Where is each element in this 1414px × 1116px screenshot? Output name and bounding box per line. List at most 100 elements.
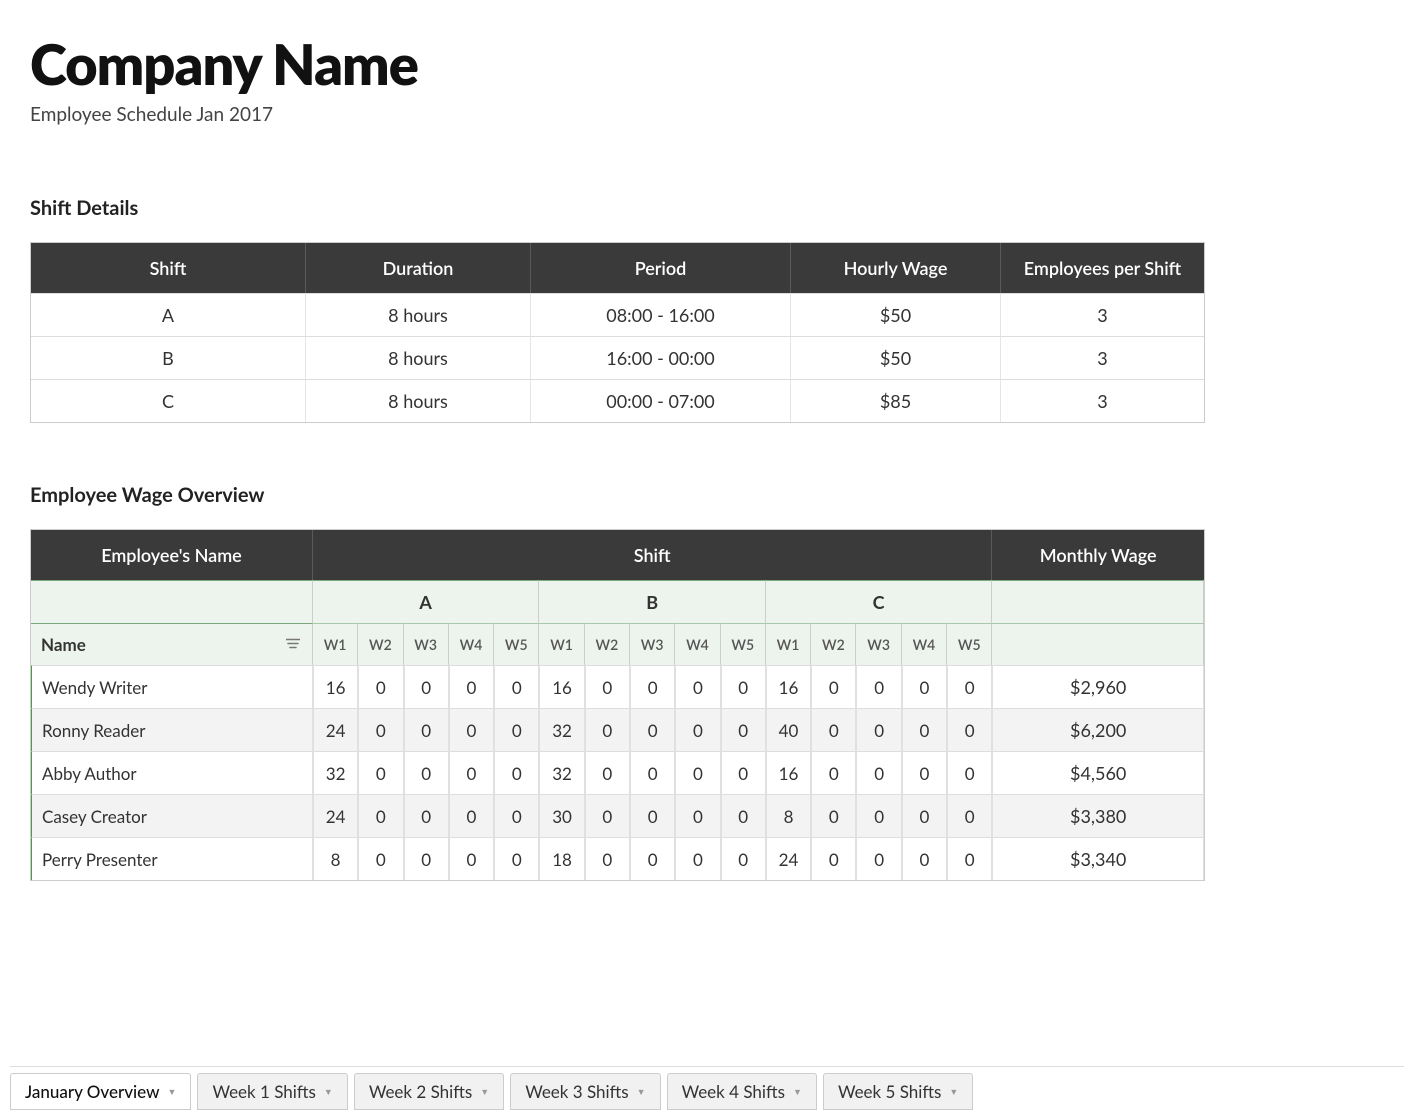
chevron-down-icon[interactable]: ▼	[168, 1086, 177, 1097]
cell: $50	[791, 336, 1001, 379]
hours-cell: 0	[585, 794, 630, 837]
col-employee-name: Employee's Name	[31, 530, 313, 580]
hours-cell: 0	[585, 751, 630, 794]
wage-overview-heading: Employee Wage Overview	[30, 483, 1384, 507]
hours-cell: 0	[494, 794, 539, 837]
col-w1: W1	[313, 623, 358, 665]
hours-cell: 0	[721, 794, 766, 837]
chevron-down-icon[interactable]: ▼	[480, 1086, 489, 1097]
hours-cell: 0	[449, 837, 494, 880]
employee-name-cell: Perry Presenter	[31, 837, 313, 880]
table-row: B 8 hours 16:00 - 00:00 $50 3	[31, 336, 1204, 379]
hours-cell: 8	[766, 794, 811, 837]
employee-name-cell: Wendy Writer	[31, 665, 313, 708]
hours-cell: 0	[449, 665, 494, 708]
sheet-tab-label: January Overview	[25, 1081, 160, 1102]
col-w1: W1	[766, 623, 811, 665]
hours-cell: 0	[358, 751, 403, 794]
hours-cell: 0	[358, 665, 403, 708]
table-row: C 8 hours 00:00 - 07:00 $85 3	[31, 379, 1204, 422]
hours-cell: 18	[539, 837, 584, 880]
hours-cell: 0	[902, 665, 947, 708]
hours-cell: 0	[811, 751, 856, 794]
hours-cell: 0	[856, 751, 901, 794]
chevron-down-icon[interactable]: ▼	[324, 1086, 333, 1097]
hours-cell: 0	[811, 708, 856, 751]
chevron-down-icon[interactable]: ▼	[637, 1086, 646, 1097]
col-w3: W3	[630, 623, 675, 665]
monthly-wage-cell: $6,200	[992, 708, 1204, 751]
sheet-tab-label: Week 2 Shifts	[369, 1081, 472, 1102]
monthly-wage-cell: $3,380	[992, 794, 1204, 837]
hours-cell: 0	[358, 708, 403, 751]
hours-cell: 0	[630, 751, 675, 794]
cell: 8 hours	[306, 379, 531, 422]
table-row: Casey Creator24000030000080000$3,380	[31, 794, 1204, 837]
col-hourly-wage: Hourly Wage	[791, 243, 1001, 293]
hours-cell: 32	[313, 751, 358, 794]
employee-name-cell: Casey Creator	[31, 794, 313, 837]
hours-cell: 16	[313, 665, 358, 708]
page-title: Company Name	[30, 30, 1384, 97]
sheet-tab[interactable]: Week 2 Shifts ▼	[354, 1073, 504, 1110]
sheet-tab[interactable]: Week 1 Shifts ▼	[197, 1073, 347, 1110]
hours-cell: 0	[494, 751, 539, 794]
hours-cell: 30	[539, 794, 584, 837]
sheet-tab[interactable]: Week 4 Shifts▼	[667, 1073, 817, 1110]
hours-cell: 0	[358, 837, 403, 880]
chevron-down-icon[interactable]: ▼	[793, 1086, 802, 1097]
sheet-tab[interactable]: Week 3 Shifts▼	[510, 1073, 660, 1110]
hours-cell: 0	[675, 751, 720, 794]
col-blank	[992, 623, 1204, 665]
sheet-tab[interactable]: January Overview ▼	[10, 1073, 191, 1110]
hours-cell: 0	[404, 708, 449, 751]
chevron-down-icon[interactable]: ▼	[949, 1086, 958, 1097]
hours-cell: 0	[811, 665, 856, 708]
sheet-tabs-bar: January Overview▼Week 1 Shifts▼Week 2 Sh…	[10, 1066, 1404, 1110]
hours-cell: 0	[856, 837, 901, 880]
col-w3: W3	[404, 623, 449, 665]
sheet-tab-label: Week 1 Shifts	[212, 1081, 315, 1102]
hours-cell: 24	[313, 794, 358, 837]
table-row: Ronny Reader240000320000400000$6,200	[31, 708, 1204, 751]
hours-cell: 0	[721, 665, 766, 708]
wage-overview-table: Employee's Name Shift Monthly Wage A B C…	[30, 529, 1205, 881]
cell: 3	[1001, 379, 1204, 422]
hours-cell: 24	[313, 708, 358, 751]
col-duration: Duration	[306, 243, 531, 293]
group-c: C	[766, 580, 992, 623]
hours-cell: 0	[675, 708, 720, 751]
hours-cell: 0	[449, 708, 494, 751]
col-name-label: Name	[41, 634, 86, 655]
filter-icon[interactable]	[286, 636, 300, 653]
cell: 8 hours	[306, 336, 531, 379]
cell: 3	[1001, 293, 1204, 336]
hours-cell: 0	[358, 794, 403, 837]
hours-cell: 0	[404, 794, 449, 837]
table-row: Abby Author320000320000160000$4,560	[31, 751, 1204, 794]
cell: $50	[791, 293, 1001, 336]
hours-cell: 0	[630, 794, 675, 837]
hours-cell: 0	[449, 794, 494, 837]
col-shift: Shift	[31, 243, 306, 293]
cell: 8 hours	[306, 293, 531, 336]
col-w4: W4	[449, 623, 494, 665]
hours-cell: 0	[721, 708, 766, 751]
table-row: Perry Presenter80000180000240000$3,340	[31, 837, 1204, 880]
col-shift: Shift	[313, 530, 992, 580]
page-subtitle: Employee Schedule Jan 2017	[30, 103, 1384, 126]
cell: C	[31, 379, 306, 422]
monthly-wage-cell: $2,960	[992, 665, 1204, 708]
col-monthly-wage: Monthly Wage	[992, 530, 1204, 580]
col-name[interactable]: Name	[31, 623, 313, 665]
sheet-tab-label: Week 5 Shifts	[838, 1081, 941, 1102]
employee-name-cell: Abby Author	[31, 751, 313, 794]
hours-cell: 0	[494, 665, 539, 708]
hours-cell: 32	[539, 708, 584, 751]
hours-cell: 0	[585, 665, 630, 708]
hours-cell: 0	[449, 751, 494, 794]
hours-cell: 0	[675, 837, 720, 880]
hours-cell: 0	[675, 794, 720, 837]
hours-cell: 0	[856, 708, 901, 751]
sheet-tab[interactable]: Week 5 Shifts ▼	[823, 1073, 973, 1110]
